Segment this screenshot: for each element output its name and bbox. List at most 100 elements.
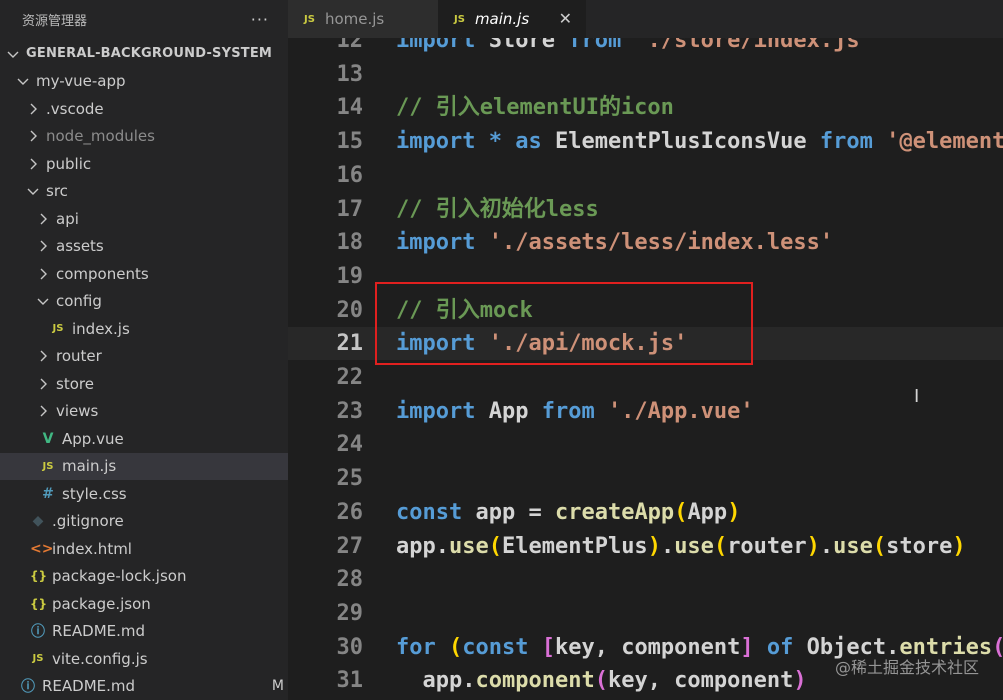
tab-bar: JS home.js JS main.js ✕ <box>288 0 1003 38</box>
tree-item[interactable]: <> index.html <box>0 535 288 562</box>
code-line[interactable]: 24 <box>288 428 1003 461</box>
code-line[interactable]: 18 import './assets/less/index.less' <box>288 226 1003 259</box>
html-file-icon: <> <box>30 540 54 557</box>
code-token: ( <box>594 668 608 694</box>
code-text: import Store from './store/index.js' <box>396 38 873 57</box>
close-icon[interactable]: ✕ <box>559 9 572 28</box>
css-file-icon: # <box>42 485 54 502</box>
code-editor[interactable]: 12 import Store from './store/index.js' 13… <box>288 38 1003 700</box>
tree-item-label: README.md <box>52 622 146 640</box>
code-token: const <box>396 499 476 525</box>
tree-item[interactable]: api <box>0 205 288 232</box>
line-number: 17 <box>336 196 364 222</box>
tree-item[interactable]: views <box>0 398 288 425</box>
code-token: ( <box>674 499 688 525</box>
tree-item-label: router <box>56 347 102 365</box>
tree-item[interactable]: assets <box>0 233 288 260</box>
code-text: // 引入初始化less <box>396 193 599 226</box>
tab-home-js[interactable]: JS home.js <box>288 0 438 38</box>
code-line[interactable]: 23 import App from './App.vue' <box>288 395 1003 428</box>
code-line[interactable]: 29 <box>288 597 1003 630</box>
tree-item[interactable]: public <box>0 150 288 177</box>
tree-item-label: main.js <box>62 457 117 475</box>
tree-item-label: package.json <box>52 594 151 613</box>
tree-item[interactable]: ⓘ README.md <box>0 618 288 645</box>
chevron-right-icon <box>36 239 50 253</box>
tree-item[interactable]: {} package-lock.json <box>0 563 288 590</box>
tree-item[interactable]: node_modules <box>0 123 288 150</box>
tree-item-label: config <box>56 292 102 310</box>
js-file-icon: JS <box>52 323 64 334</box>
tree-item-label: .gitignore <box>52 512 124 530</box>
line-number: 16 <box>336 162 364 188</box>
code-token: import <box>396 230 489 256</box>
tree-item[interactable]: JS index.js <box>0 315 288 342</box>
info-file-icon: ⓘ <box>31 624 45 640</box>
chevron-right-icon <box>26 129 40 143</box>
js-file-icon: JS <box>454 13 465 25</box>
tree-item-label: style.css <box>62 484 127 503</box>
code-line[interactable]: 25 <box>288 462 1003 495</box>
code-token: router <box>727 533 807 559</box>
code-token: Store <box>488 38 569 53</box>
chevron-right-icon <box>36 377 50 391</box>
code-line[interactable]: 16 <box>288 159 1003 192</box>
tree-item[interactable]: config <box>0 288 288 315</box>
tree-item-label: package-lock.json <box>52 567 187 585</box>
tree-item[interactable]: router <box>0 343 288 370</box>
code-token: from <box>541 398 608 424</box>
line-number: 28 <box>336 567 364 593</box>
more-actions-icon[interactable]: ··· <box>251 10 269 29</box>
tree-item[interactable]: components <box>0 260 288 287</box>
tree-item[interactable]: store <box>0 370 288 397</box>
code-token: ) <box>793 668 807 694</box>
line-number: 12 <box>336 38 364 53</box>
tree-item[interactable]: # style.css <box>0 480 288 507</box>
code-line[interactable]: 14 // 引入elementUI的icon <box>288 91 1003 124</box>
tree-item[interactable]: ◆ .gitignore <box>0 508 288 535</box>
tree-item-label: App.vue <box>62 429 124 448</box>
chevron-down-icon <box>36 294 50 308</box>
code-token: './assets/less/index.less' <box>488 230 834 256</box>
line-number: 15 <box>336 129 364 155</box>
line-number: 26 <box>336 499 364 525</box>
tree-item-label: vite.config.js <box>52 649 148 668</box>
tree-item-label: api <box>56 209 79 228</box>
code-token: as <box>515 129 555 155</box>
code-token: ) <box>806 533 820 559</box>
tree-item[interactable]: GENERAL-BACKGROUND-SYSTEM <box>0 40 288 67</box>
tree-item[interactable]: JS vite.config.js <box>0 645 288 672</box>
tree-item-label: index.js <box>72 319 130 338</box>
code-line[interactable]: 28 <box>288 563 1003 596</box>
tree-item[interactable]: JS main.js <box>0 452 288 480</box>
chevron-right-icon <box>36 404 50 418</box>
json-file-icon: {} <box>30 596 48 611</box>
code-token: ( <box>713 533 728 559</box>
code-token: './App.vue' <box>607 398 754 424</box>
code-line[interactable]: 22 <box>288 361 1003 394</box>
vue-file-icon: V <box>42 430 54 447</box>
code-line[interactable]: 27 app.use(ElementPlus).use(router).use(s… <box>288 530 1003 563</box>
tree-item[interactable]: .vscode <box>0 95 288 122</box>
explorer-title: 资源管理器 <box>22 13 88 29</box>
line-number: 18 <box>336 230 364 256</box>
tab-main-js[interactable]: JS main.js ✕ <box>438 0 586 38</box>
tree-item[interactable]: ⓘ README.md M <box>0 673 288 700</box>
explorer-header: 资源管理器 ··· <box>0 0 288 38</box>
tree-item[interactable]: src <box>0 178 288 205</box>
tree-item[interactable]: V App.vue <box>0 425 288 452</box>
watermark: @稀土掘金技术社区 <box>834 658 979 677</box>
js-file-icon: JS <box>32 653 44 664</box>
code-line[interactable]: 26 const app = createApp(App) <box>288 496 1003 529</box>
tree-item[interactable]: my-vue-app <box>0 68 288 95</box>
tab-label: main.js <box>474 10 530 28</box>
line-number: 13 <box>336 61 364 87</box>
code-line[interactable]: 12 import Store from './store/index.js' <box>288 38 1003 57</box>
json-file-icon: {} <box>30 569 48 583</box>
code-token: ) <box>952 533 966 559</box>
tree-item-label: GENERAL-BACKGROUND-SYSTEM <box>26 46 273 61</box>
code-line[interactable]: 17 // 引入初始化less <box>288 193 1003 226</box>
code-line[interactable]: 15 import * as ElementPlusIconsVue from '… <box>288 125 1003 158</box>
code-line[interactable]: 13 <box>288 58 1003 91</box>
tree-item[interactable]: {} package.json <box>0 590 288 617</box>
